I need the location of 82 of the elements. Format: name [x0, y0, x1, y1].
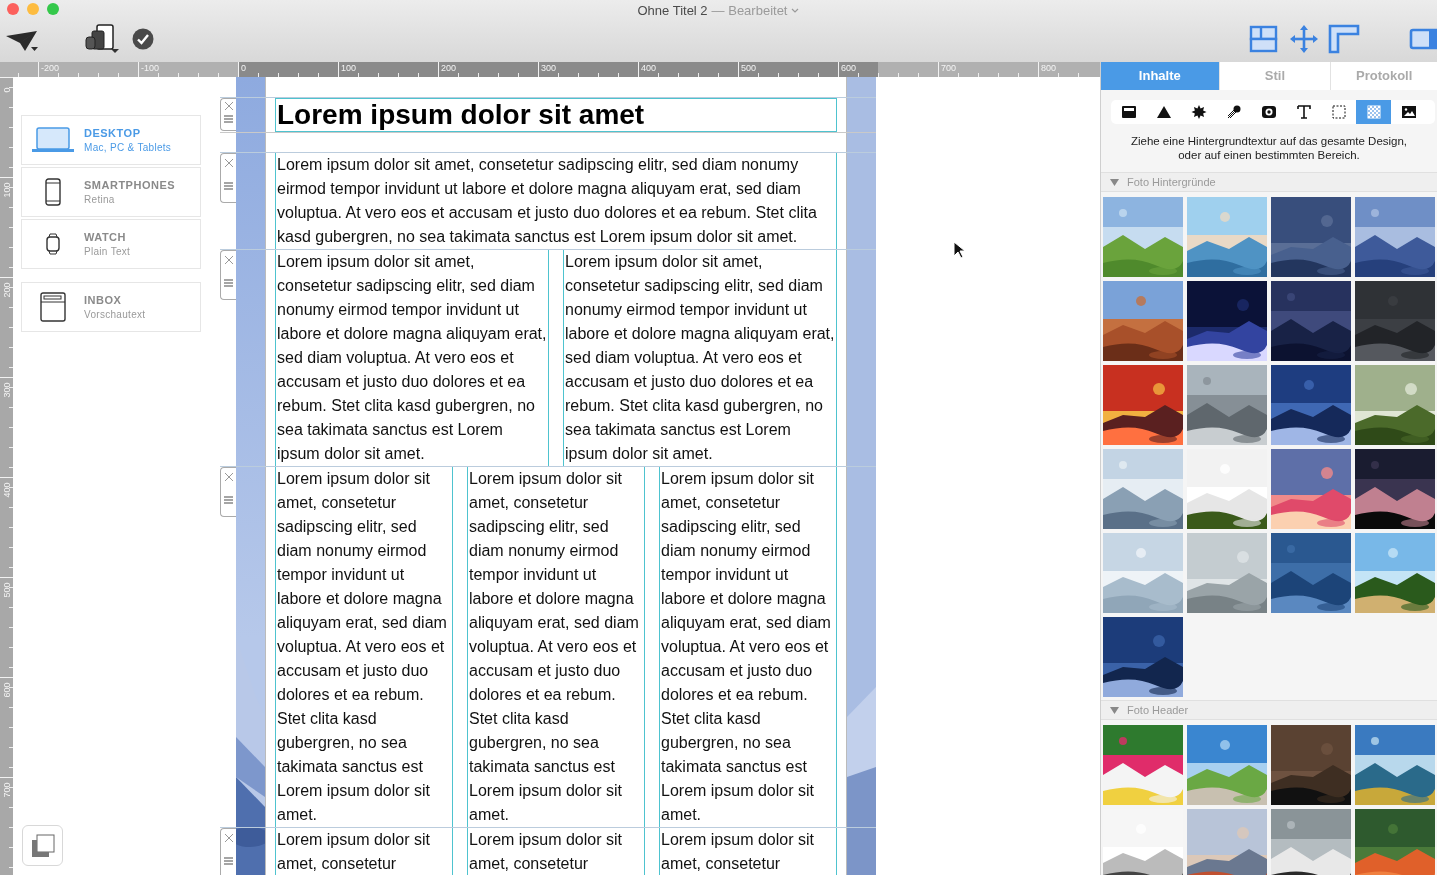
triangle-down-icon — [1110, 177, 1119, 187]
drag-handle-icon[interactable] — [224, 182, 233, 190]
layout-icon — [1119, 103, 1138, 121]
ruler-label: 100 — [1, 182, 12, 198]
device-name: DESKTOP — [84, 126, 142, 140]
ruler-label: 400 — [641, 62, 657, 74]
close-icon[interactable] — [223, 101, 234, 111]
device-detail: Plain Text — [84, 245, 131, 258]
layers-button[interactable] — [22, 825, 63, 866]
paragraph-text[interactable]: Lorem ipsum dolor sit amet, consetetur sadipscing elitr, sed diam nonumy eirmod tempor invidunt ut labore et dolore magna aliquyam erat, sed diam voluptua. At vero eos et accusam et justo duo dolores et ea rebum. Stet clita kasd gubergren, no sea takimata sanctus est Lorem ipsum dolor sit amet. — [275, 467, 453, 827]
triangle-down-icon — [1110, 705, 1119, 715]
text-icon — [1294, 103, 1313, 121]
sidebar-panel-icon[interactable] — [1409, 28, 1437, 50]
device-detail: Mac, PC & Tablets — [84, 141, 172, 154]
paragraph-text[interactable]: Lorem ipsum dolor sit amet, consetetur sadipscing elitr, sed diam nonumy eirmod tempor invidunt ut labore et dolore magna aliquyam erat, sed diam voluptua. At vero eos et accusam et justo duo dolores et ea rebum. Stet clita kasd gubergren, no sea takimata sanctus est Lorem ipsum dolor sit amet. — [467, 467, 645, 827]
hint-text: Ziehe eine Hintergrundtextur auf das gesamte Design, oder auf einen bestimmten Bereich. — [1129, 134, 1409, 162]
paragraph-text[interactable]: Lorem ipsum dolor sit amet, consetetur sadipscing elitr, sed diam nonumy eirmod tempor invidunt ut labore et dolore magna aliquyam erat, sed diam voluptua. At vero eos et accusam et justo duo dolores et ea rebum. Stet clita kasd gubergren, no sea takimata sanctus est Lorem ipsum dolor sit amet. — [659, 467, 837, 827]
device-detail: Vorschautext — [84, 308, 146, 321]
selection-icon — [1329, 103, 1348, 121]
ruler-label: -100 — [141, 62, 159, 74]
block-handle[interactable] — [220, 98, 236, 131]
ruler-label: 100 — [341, 62, 357, 74]
ruler-label: -200 — [41, 62, 59, 74]
section-title: Foto Hintergründe — [1127, 174, 1216, 190]
ruler-label: 400 — [1, 482, 12, 498]
chevron-down-icon[interactable] — [791, 8, 800, 14]
device-option[interactable]: WATCH Plain Text — [21, 219, 201, 269]
paragraph-text[interactable]: Lorem ipsum dolor sit amet, consetetur sadipscing elitr, sed diam nonumy eirmod tempor invidunt ut labore et dolore magna aliquyam erat, sed diam voluptua. At vero eos et accusam et justo duo dolores et ea rebum. Stet clita kasd gubergren, no sea takimata sanctus est Lorem ipsum dolor sit amet. — [563, 250, 837, 466]
ruler-label: 500 — [741, 62, 757, 74]
layout-icon[interactable] — [1248, 25, 1278, 53]
device-name: INBOX — [84, 293, 123, 307]
texture-icon — [1364, 103, 1383, 121]
ruler-label: 600 — [841, 62, 857, 74]
window-title: Ohne Titel 2 — [637, 2, 708, 20]
close-button[interactable] — [7, 3, 19, 15]
paper-plane-icon[interactable] — [5, 29, 39, 53]
ruler-label: 700 — [1, 782, 12, 798]
inbox-icon — [40, 292, 66, 322]
document-status: — Bearbeitet — [711, 2, 788, 20]
close-icon[interactable] — [223, 158, 234, 168]
drag-handle-icon[interactable] — [224, 857, 233, 865]
device-name: SMARTPHONES — [84, 178, 176, 192]
ruler-label: 800 — [1041, 62, 1057, 74]
cursor-icon — [953, 241, 965, 259]
paragraph-text[interactable]: Lorem ipsum dolor sit amet, consetetur — [659, 828, 837, 875]
drag-handle-icon[interactable] — [224, 115, 233, 123]
ruler-label: 300 — [1, 382, 12, 398]
watch-icon — [46, 233, 60, 255]
block-handle[interactable] — [220, 250, 236, 300]
paragraph-text[interactable]: Lorem ipsum dolor sit amet, consetetur sadipscing elitr, sed diam nonumy eirmod tempor invidunt ut labore et dolore magna aliquyam erat, sed diam voluptua. At vero eos et accusam et justo duo dolores et ea rebum. Stet clita kasd gubergren, no sea takimata sanctus est Lorem ipsum dolor sit amet. — [275, 250, 549, 466]
ruler-label: 700 — [941, 62, 957, 74]
ruler-label: 200 — [441, 62, 457, 74]
close-icon[interactable] — [223, 833, 234, 843]
drag-handle-icon[interactable] — [224, 279, 233, 287]
device-name: WATCH — [84, 230, 127, 244]
block-handle[interactable] — [220, 828, 236, 875]
ruler-label: 500 — [1, 582, 12, 598]
move-arrows-icon[interactable] — [1289, 24, 1319, 54]
laptop-icon — [32, 127, 74, 153]
paragraph-text[interactable]: Lorem ipsum dolor sit amet, consetetur — [275, 828, 453, 875]
checkmark-circle-icon[interactable] — [132, 28, 154, 50]
ruler-label: 0 — [1, 87, 12, 93]
ruler-label: 600 — [1, 682, 12, 698]
block-handle[interactable] — [220, 467, 236, 517]
close-icon[interactable] — [223, 255, 234, 265]
ruler-label: 200 — [1, 282, 12, 298]
drag-handle-icon[interactable] — [224, 496, 233, 504]
ruler-label: 300 — [541, 62, 557, 74]
paragraph-text[interactable]: Lorem ipsum dolor sit amet, consetetur — [467, 828, 645, 875]
section-title: Foto Header — [1127, 702, 1189, 718]
close-icon[interactable] — [223, 472, 234, 482]
devices-icon[interactable] — [85, 23, 119, 53]
video-icon — [1259, 103, 1278, 121]
block-handle[interactable] — [220, 153, 236, 203]
smartphone-icon — [45, 178, 61, 206]
ruler-label: 0 — [241, 62, 246, 74]
zoom-button[interactable] — [47, 3, 59, 15]
image-icon — [1399, 103, 1418, 121]
ruler-corner-icon[interactable] — [1328, 24, 1360, 54]
heading-text[interactable]: Lorem ipsum dolor sit amet — [275, 98, 837, 132]
device-detail: Retina — [84, 193, 116, 206]
layers-icon — [30, 833, 55, 858]
